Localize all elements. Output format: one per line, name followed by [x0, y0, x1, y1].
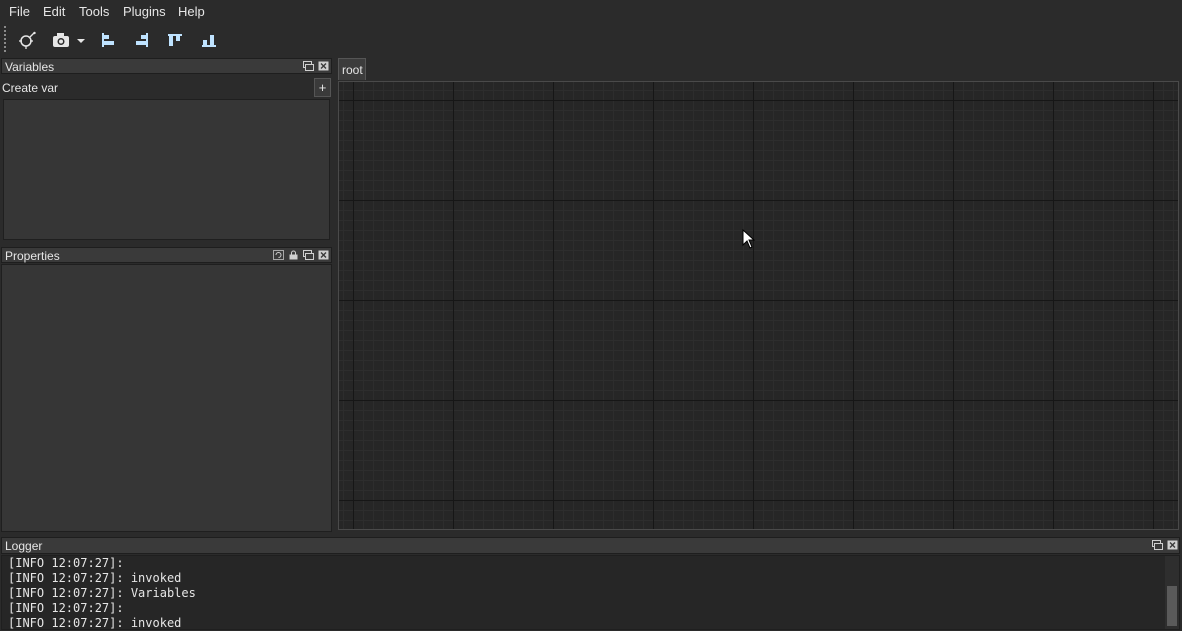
menu-edit[interactable]: Edit	[43, 4, 65, 19]
align-right-icon	[136, 33, 148, 47]
mouse-cursor-icon	[742, 229, 756, 249]
add-variable-button[interactable]: +	[314, 78, 331, 97]
select-tool-button[interactable]	[14, 28, 38, 50]
log-line: [INFO 12:07:27]: invoked	[8, 571, 182, 585]
menu-plugins[interactable]: Plugins	[123, 4, 166, 19]
logger-scrollbar-thumb[interactable]	[1167, 586, 1177, 626]
log-line: [INFO 12:07:27]: Variables	[8, 586, 196, 600]
properties-panel	[1, 264, 332, 532]
logger-output[interactable]: [INFO 12:07:27]: [INFO 12:07:27]: invoke…	[1, 555, 1180, 630]
close-icon[interactable]	[1167, 540, 1178, 550]
variables-list[interactable]	[3, 99, 330, 240]
log-line: [INFO 12:07:27]:	[8, 556, 124, 570]
graph-canvas[interactable]	[338, 81, 1179, 530]
align-top-icon	[168, 34, 182, 46]
lock-icon[interactable]	[288, 250, 299, 260]
align-bottom-icon	[202, 35, 216, 47]
float-icon[interactable]	[1152, 540, 1163, 550]
screenshot-dropdown[interactable]	[74, 28, 88, 50]
logger-title: Logger	[5, 539, 43, 553]
logger-dock-title: Logger	[1, 537, 1180, 554]
float-icon[interactable]	[303, 61, 314, 71]
align-bottom-button[interactable]	[197, 28, 221, 50]
logger-scrollbar[interactable]	[1165, 556, 1179, 629]
screenshot-camera-icon	[53, 33, 69, 47]
properties-title: Properties	[5, 249, 60, 263]
log-line: [INFO 12:07:27]: invoked	[8, 616, 182, 630]
close-icon[interactable]	[318, 250, 329, 260]
float-icon[interactable]	[303, 250, 314, 260]
log-line: [INFO 12:07:27]:	[8, 601, 124, 615]
tab-root[interactable]: root	[338, 58, 366, 80]
align-top-button[interactable]	[163, 28, 187, 50]
refresh-icon[interactable]	[273, 250, 284, 260]
properties-dock-title: Properties	[1, 247, 332, 263]
tab-root-label: root	[342, 63, 363, 77]
align-right-button[interactable]	[129, 28, 153, 50]
create-var-label: Create var	[2, 81, 59, 95]
toolbar-grip[interactable]	[4, 26, 6, 52]
menu-file[interactable]: File	[9, 4, 30, 19]
select-tool-icon	[19, 31, 36, 49]
variables-dock-title: Variables	[1, 58, 332, 74]
align-left-button[interactable]	[96, 28, 120, 50]
align-left-icon	[102, 33, 114, 47]
toolbar	[0, 24, 1182, 56]
menu-tools[interactable]: Tools	[79, 4, 109, 19]
screenshot-button[interactable]	[49, 28, 73, 50]
dropdown-arrow-icon	[77, 39, 85, 43]
variables-title: Variables	[5, 60, 55, 74]
menu-help[interactable]: Help	[178, 4, 205, 19]
close-icon[interactable]	[318, 61, 329, 71]
menu-bar: File Edit Tools Plugins Help	[0, 0, 1182, 24]
